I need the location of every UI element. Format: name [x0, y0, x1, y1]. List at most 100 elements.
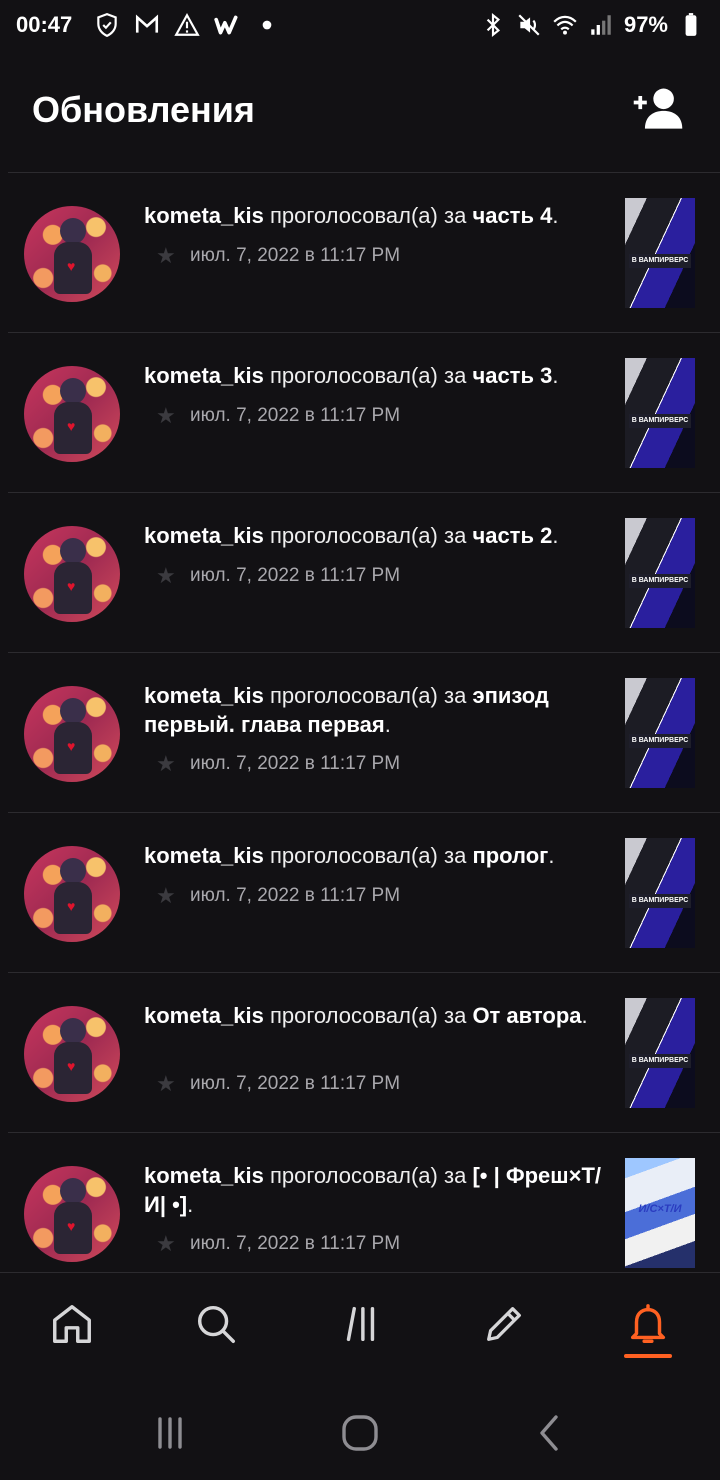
- action-text: проголосовал(а) за: [269, 363, 467, 388]
- nav-home-button[interactable]: [32, 1284, 112, 1364]
- updates-feed[interactable]: ♥ kometa_kis проголосовал(а) за часть 4.…: [8, 172, 720, 1272]
- wifi-icon: [552, 12, 578, 38]
- story-cover[interactable]: В ВАМПИРВЕРС: [625, 198, 695, 308]
- part-title[interactable]: пролог: [472, 843, 548, 868]
- username[interactable]: kometa_kis: [144, 843, 264, 868]
- recents-icon: [158, 1416, 182, 1449]
- username[interactable]: kometa_kis: [144, 523, 264, 548]
- feed-item[interactable]: ♥ kometa_kis проголосовал(а) за часть 4.…: [8, 173, 720, 333]
- star-icon: ★: [156, 403, 176, 428]
- nav-library-button[interactable]: [320, 1284, 400, 1364]
- feed-item[interactable]: ♥ kometa_kis проголосовал(а) за часть 3.…: [8, 333, 720, 493]
- avatar[interactable]: ♥: [24, 526, 120, 622]
- avatar[interactable]: ♥: [24, 1166, 120, 1262]
- library-icon: [346, 1306, 375, 1341]
- back-icon: [540, 1414, 558, 1451]
- bluetooth-icon: [480, 12, 506, 38]
- timestamp: июл. 7, 2022 в 11:17 PM: [190, 1073, 401, 1094]
- item-meta: ★ июл. 7, 2022 в 11:17 PM: [156, 1071, 400, 1097]
- action-text: проголосовал(а) за: [269, 523, 467, 548]
- signal-icon: [588, 12, 614, 38]
- page-title: Обновления: [32, 89, 255, 130]
- feed-item[interactable]: ♥ kometa_kis проголосовал(а) за пролог. …: [8, 813, 720, 973]
- timestamp: июл. 7, 2022 в 11:17 PM: [190, 245, 401, 266]
- avatar[interactable]: ♥: [24, 846, 120, 942]
- feed-item[interactable]: ♥ kometa_kis проголосовал(а) за эпизод п…: [8, 653, 720, 813]
- star-icon: ★: [156, 563, 176, 588]
- username[interactable]: kometa_kis: [144, 363, 264, 388]
- nav-notifications-button[interactable]: [608, 1284, 688, 1364]
- story-cover[interactable]: В ВАМПИРВЕРС: [625, 358, 695, 468]
- item-meta: ★ июл. 7, 2022 в 11:17 PM: [156, 243, 400, 269]
- feed-item[interactable]: ♥ kometa_kis проголосовал(а) за часть 2.…: [8, 493, 720, 653]
- battery-level: 97%: [623, 12, 668, 37]
- action-text: проголосовал(а) за: [269, 1163, 467, 1188]
- status-time: 00:47: [16, 12, 73, 37]
- star-icon: ★: [156, 751, 176, 776]
- timestamp: июл. 7, 2022 в 11:17 PM: [190, 565, 401, 586]
- username[interactable]: kometa_kis: [144, 1003, 264, 1028]
- part-title[interactable]: часть 2: [472, 523, 552, 548]
- cover-text: В ВАМПИРВЕРС: [629, 574, 691, 588]
- star-icon: ★: [156, 1071, 176, 1096]
- item-text: kometa_kis проголосовал(а) за часть 2.: [144, 523, 559, 548]
- add-friend-button[interactable]: [628, 80, 688, 140]
- part-title[interactable]: От автора: [472, 1003, 581, 1028]
- avatar[interactable]: ♥: [24, 686, 120, 782]
- timestamp: июл. 7, 2022 в 11:17 PM: [190, 753, 401, 774]
- system-home-button[interactable]: [335, 1408, 385, 1458]
- avatar[interactable]: ♥: [24, 1006, 120, 1102]
- status-bar: 00:47 97%: [0, 0, 720, 50]
- star-icon: ★: [156, 1231, 176, 1256]
- story-cover[interactable]: И/С×Т/И: [625, 1158, 695, 1268]
- nav-write-button[interactable]: [464, 1284, 544, 1364]
- add-friend-icon: [633, 88, 683, 129]
- username[interactable]: kometa_kis: [144, 683, 264, 708]
- username[interactable]: kometa_kis: [144, 203, 264, 228]
- dot-icon: [254, 12, 280, 38]
- action-text: проголосовал(а) за: [269, 1003, 467, 1028]
- story-cover[interactable]: В ВАМПИРВЕРС: [625, 838, 695, 948]
- story-cover[interactable]: В ВАМПИРВЕРС: [625, 998, 695, 1108]
- cover-text: В ВАМПИРВЕРС: [629, 894, 691, 908]
- action-text: проголосовал(а) за: [269, 203, 467, 228]
- username[interactable]: kometa_kis: [144, 1163, 264, 1188]
- bottom-navigation: [0, 1272, 720, 1382]
- back-button[interactable]: [525, 1408, 575, 1458]
- item-meta: ★ июл. 7, 2022 в 11:17 PM: [156, 883, 400, 909]
- story-cover[interactable]: В ВАМПИРВЕРС: [625, 678, 695, 788]
- write-icon: [487, 1306, 521, 1341]
- part-title[interactable]: часть 3: [472, 363, 552, 388]
- story-cover[interactable]: В ВАМПИРВЕРС: [625, 518, 695, 628]
- star-icon: ★: [156, 243, 176, 268]
- item-meta: ★ июл. 7, 2022 в 11:17 PM: [156, 563, 400, 589]
- avatar[interactable]: ♥: [24, 206, 120, 302]
- recents-button[interactable]: [145, 1408, 195, 1458]
- cover-text: В ВАМПИРВЕРС: [629, 414, 691, 428]
- cover-text: И/С×Т/И: [638, 1203, 682, 1215]
- notifications-icon: [630, 1303, 666, 1343]
- warning-icon: [174, 12, 200, 38]
- item-text: kometa_kis проголосовал(а) за часть 3.: [144, 363, 559, 388]
- avatar[interactable]: ♥: [24, 366, 120, 462]
- item-text: kometa_kis проголосовал(а) за От автора.: [144, 1003, 588, 1028]
- system-navigation: [0, 1385, 720, 1480]
- item-text: kometa_kis проголосовал(а) за эпизод пер…: [144, 683, 549, 737]
- nav-search-button[interactable]: [176, 1284, 256, 1364]
- item-meta: ★ июл. 7, 2022 в 11:17 PM: [156, 1231, 400, 1257]
- wattpad-icon: [214, 12, 240, 38]
- gmail-icon: [134, 12, 160, 38]
- home-icon: [53, 1304, 91, 1343]
- feed-item[interactable]: ♥ kometa_kis проголосовал(а) за От автор…: [8, 973, 720, 1133]
- star-icon: ★: [156, 883, 176, 908]
- timestamp: июл. 7, 2022 в 11:17 PM: [190, 405, 401, 426]
- part-title[interactable]: часть 4: [472, 203, 552, 228]
- home-circle-icon: [342, 1414, 378, 1451]
- cover-text: В ВАМПИРВЕРС: [629, 254, 691, 268]
- cover-text: В ВАМПИРВЕРС: [629, 734, 691, 748]
- feed-item[interactable]: ♥ kometa_kis проголосовал(а) за [• | Фре…: [8, 1133, 720, 1272]
- item-meta: ★ июл. 7, 2022 в 11:17 PM: [156, 751, 400, 777]
- timestamp: июл. 7, 2022 в 11:17 PM: [190, 885, 401, 906]
- app-header: Обновления: [0, 60, 720, 160]
- action-text: проголосовал(а) за: [269, 843, 467, 868]
